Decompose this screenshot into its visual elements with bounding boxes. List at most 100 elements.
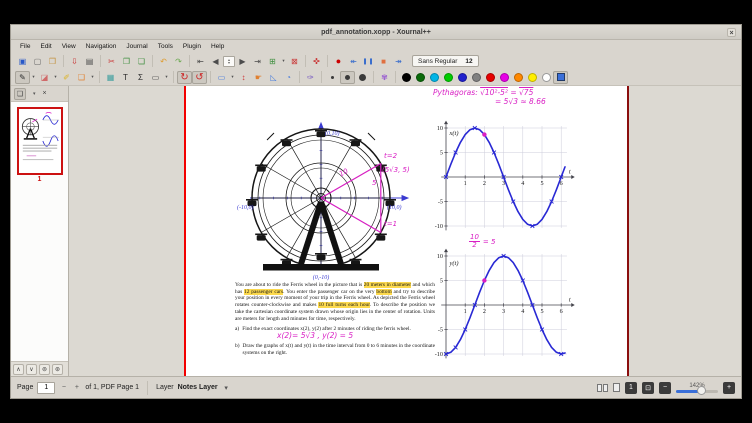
previous-page-button[interactable]: ◀	[208, 55, 223, 68]
eraser-dropdown-icon[interactable]: ▾	[52, 71, 59, 84]
page-number-input[interactable]	[37, 382, 55, 394]
rewind-button[interactable]: ↞	[346, 55, 361, 68]
copy-layer-button[interactable]: ⊚	[39, 364, 50, 375]
select-rectangle-dropdown-icon[interactable]: ▾	[229, 71, 236, 84]
tools-toolbar: ✎ ▾ ◪ ▾ ✐ ❑ ▾ ▦ T Σ ▭ ▾ ↻ ↺ ▭ ▾ ↕ ☛ ◺ ◔ …	[11, 69, 741, 86]
menu-plugin[interactable]: Plugin	[178, 43, 206, 50]
pen-tool-button[interactable]: ✎	[15, 71, 30, 84]
color-picker-button[interactable]	[553, 71, 568, 84]
color-swatch-dark-green[interactable]	[416, 73, 425, 82]
hand-tool-button[interactable]: ☛	[251, 71, 266, 84]
select-rectangle-button[interactable]: ▭	[214, 71, 229, 84]
new-document-button[interactable]: ▢	[30, 55, 45, 68]
export-pdf-button[interactable]: ⇩	[67, 55, 82, 68]
draw-arc-button[interactable]: ◔	[281, 71, 296, 84]
copy-button[interactable]: ❐	[119, 55, 134, 68]
vertical-space-button[interactable]: ↕	[236, 71, 251, 84]
scroll-down-button[interactable]: ∨	[26, 364, 37, 375]
record-audio-button[interactable]: ●	[331, 55, 346, 68]
menu-navigation[interactable]: Navigation	[81, 43, 122, 50]
thickness-medium-button[interactable]	[340, 71, 355, 84]
zoom-slider[interactable]	[676, 390, 718, 393]
scroll-up-button[interactable]: ∧	[13, 364, 24, 375]
pen-dropdown-icon[interactable]: ▾	[30, 71, 37, 84]
delete-page-button[interactable]: ⊠	[287, 55, 302, 68]
page-1-thumbnail[interactable]	[17, 107, 63, 175]
color-swatch-red[interactable]	[486, 73, 495, 82]
highlighted-text: 12 passenger cars	[244, 289, 283, 295]
window-close-button[interactable]: ×	[727, 28, 736, 37]
sidebar-settings-button[interactable]: ⊛	[52, 364, 63, 375]
svg-text:-10: -10	[435, 351, 443, 358]
page-thumbnails-panel[interactable]: 1	[11, 101, 68, 361]
add-page-dropdown-icon[interactable]: ▾	[280, 55, 287, 68]
save-button[interactable]: ▣	[15, 55, 30, 68]
color-swatch-orange[interactable]	[514, 73, 523, 82]
svg-text:5: 5	[440, 278, 443, 285]
fullscreen-button[interactable]: ✜	[309, 55, 324, 68]
zoom-slider-knob[interactable]	[697, 386, 706, 395]
color-swatch-light-blue[interactable]	[430, 73, 439, 82]
thickness-thick-button[interactable]	[355, 71, 370, 84]
select-object-dropdown-icon[interactable]: ▾	[89, 71, 96, 84]
shapes-dropdown-icon[interactable]: ▾	[163, 71, 170, 84]
forward-button[interactable]: ↠	[391, 55, 406, 68]
layer-dropdown-icon[interactable]: ▾	[222, 382, 231, 394]
cut-button[interactable]: ✂	[104, 55, 119, 68]
next-page-button[interactable]: ▶	[235, 55, 250, 68]
sidebar-close-button[interactable]: ×	[39, 88, 51, 100]
document-canvas[interactable]: 10 5 t=2 (5√3, 5) t=1 (0,10) (-10,0) (10…	[69, 86, 741, 376]
color-swatch-blue[interactable]	[458, 73, 467, 82]
menu-file[interactable]: File	[15, 43, 35, 50]
titlebar[interactable]: pdf_annotation.xopp - Xournal++ ×	[11, 25, 741, 40]
shapes-tool-button[interactable]: ▭	[148, 71, 163, 84]
redo-button[interactable]: ↷	[171, 55, 186, 68]
menu-view[interactable]: View	[57, 43, 81, 50]
add-page-button[interactable]: ⊞	[265, 55, 280, 68]
eraser-tool-button[interactable]: ◪	[37, 71, 52, 84]
menu-edit[interactable]: Edit	[35, 43, 56, 50]
menu-help[interactable]: Help	[206, 43, 229, 50]
draw-circle-button[interactable]: ↺	[192, 71, 207, 84]
math-tex-button[interactable]: Σ	[133, 71, 148, 84]
two-page-view-icon[interactable]	[597, 384, 608, 392]
last-page-button[interactable]: ⇥	[250, 55, 265, 68]
open-button[interactable]: ❒	[45, 55, 60, 68]
page-increment-button[interactable]: +	[72, 382, 81, 394]
color-swatch-yellow[interactable]	[528, 73, 537, 82]
color-swatch-gray[interactable]	[472, 73, 481, 82]
page-number-spinner[interactable]: ▴▾	[223, 56, 235, 67]
zoom-out-button[interactable]: −	[659, 382, 671, 394]
stop-button[interactable]: ■	[376, 55, 391, 68]
print-button[interactable]: ▤	[82, 55, 97, 68]
page-decrement-button[interactable]: −	[59, 382, 68, 394]
first-page-button[interactable]: ⇤	[193, 55, 208, 68]
shape-recognizer-button[interactable]: ↻	[177, 71, 192, 84]
zoom-in-button[interactable]: +	[723, 382, 735, 394]
lasso-tool-button[interactable]: ✾	[377, 71, 392, 84]
draw-line-button[interactable]: ◺	[266, 71, 281, 84]
font-selector[interactable]: Sans Regular 12	[412, 55, 479, 67]
paste-button[interactable]: ❏	[134, 55, 149, 68]
thickness-fine-button[interactable]	[325, 71, 340, 84]
zoom-fit-button[interactable]: ⊡	[642, 382, 654, 394]
text-tool-button[interactable]: T	[118, 71, 133, 84]
color-swatch-white[interactable]	[542, 73, 551, 82]
color-swatch-magenta[interactable]	[500, 73, 509, 82]
pdf-page[interactable]: 10 5 t=2 (5√3, 5) t=1 (0,10) (-10,0) (10…	[184, 86, 629, 376]
menu-tools[interactable]: Tools	[153, 43, 178, 50]
color-swatch-green[interactable]	[444, 73, 453, 82]
handwritten-answer: x(2)= 5√3 , y(2) = 5	[277, 331, 353, 340]
insert-image-button[interactable]: ▦	[103, 71, 118, 84]
menu-journal[interactable]: Journal	[121, 43, 152, 50]
select-object-button[interactable]: ❑	[74, 71, 89, 84]
stylus-button[interactable]: ✑	[303, 71, 318, 84]
undo-button[interactable]: ↶	[156, 55, 171, 68]
page-preview-toggle-button[interactable]: ❏	[14, 88, 26, 100]
pause-button[interactable]: ❚❚	[361, 55, 376, 68]
sidebar-dropdown-icon[interactable]: ▾	[33, 91, 36, 97]
single-page-view-icon[interactable]	[613, 383, 620, 392]
color-swatch-black[interactable]	[402, 73, 411, 82]
zoom-100-button[interactable]: 1	[625, 382, 637, 394]
highlighter-tool-button[interactable]: ✐	[59, 71, 74, 84]
